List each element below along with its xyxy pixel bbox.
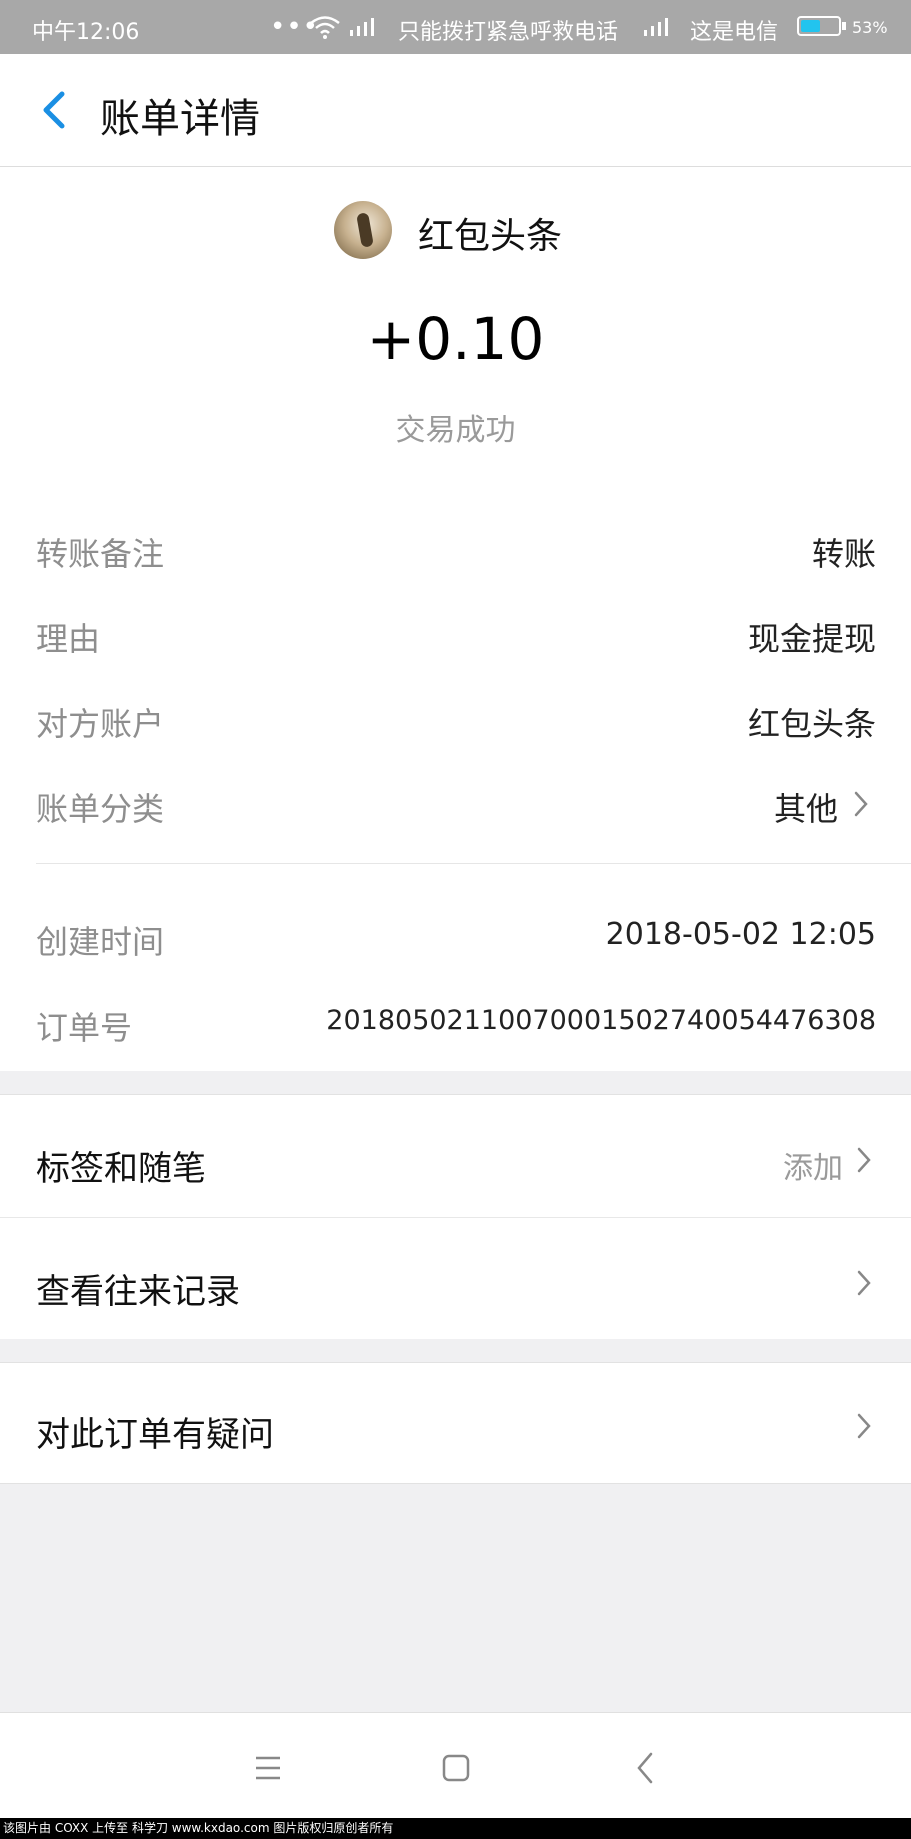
back-icon[interactable] bbox=[626, 1748, 666, 1788]
merchant-avatar bbox=[334, 201, 392, 259]
detail-label: 账单分类 bbox=[36, 790, 165, 828]
tags-label: 标签和随笔 bbox=[36, 1149, 206, 1189]
dispute-row[interactable]: 对此订单有疑问 bbox=[0, 1362, 911, 1484]
add-hint: 添加 bbox=[783, 1151, 843, 1186]
detail-value: 现金提现 bbox=[747, 620, 876, 658]
signal-icon-2 bbox=[644, 18, 668, 36]
transaction-amount: +0.10 bbox=[366, 305, 545, 373]
chevron-right-icon bbox=[854, 791, 868, 817]
divider bbox=[36, 863, 911, 864]
history-row[interactable]: 查看往来记录 bbox=[0, 1218, 911, 1339]
detail-row-reason: 理由 现金提现 bbox=[36, 604, 876, 664]
meta-row-created: 创建时间 2018-05-02 12:05 bbox=[36, 907, 876, 967]
order-number: 20180502110070001502740054476308 bbox=[326, 1005, 876, 1036]
category-value: 其他 bbox=[773, 790, 838, 828]
battery-level bbox=[801, 20, 820, 32]
chevron-left-icon[interactable] bbox=[30, 84, 82, 136]
page-title: 账单详情 bbox=[100, 96, 260, 142]
chevron-right-icon bbox=[857, 1270, 871, 1296]
meta-label: 创建时间 bbox=[36, 923, 165, 961]
detail-row-counterparty: 对方账户 红包头条 bbox=[36, 689, 876, 749]
battery-percent: 53% bbox=[852, 18, 888, 37]
detail-label: 理由 bbox=[36, 620, 101, 658]
history-label: 查看往来记录 bbox=[36, 1272, 240, 1312]
chevron-right-icon bbox=[857, 1413, 871, 1439]
detail-row-remark: 转账备注 转账 bbox=[36, 519, 876, 579]
detail-row-category[interactable]: 账单分类 其他 bbox=[36, 774, 876, 834]
meta-value: 2018-05-02 12:05 bbox=[605, 917, 876, 952]
detail-value: 红包头条 bbox=[747, 705, 876, 743]
battery-icon bbox=[797, 16, 841, 36]
detail-value: 转账 bbox=[811, 535, 876, 573]
menu-icon[interactable] bbox=[248, 1748, 288, 1788]
bill-meta: 创建时间 2018-05-02 12:05 订单号 20180502110070… bbox=[0, 863, 911, 1071]
detail-label: 对方账户 bbox=[36, 705, 165, 743]
watermark-footer: 该图片由 COXX 上传至 科学刀 www.kxdao.com 图片版权归原创者… bbox=[0, 1818, 911, 1839]
wifi-icon bbox=[310, 16, 340, 39]
chevron-right-icon bbox=[857, 1147, 871, 1173]
transaction-status: 交易成功 bbox=[395, 413, 516, 448]
battery-tip bbox=[842, 22, 846, 30]
dispute-label: 对此订单有疑问 bbox=[36, 1415, 274, 1455]
merchant-name: 红包头条 bbox=[418, 216, 563, 257]
home-icon[interactable] bbox=[436, 1748, 476, 1788]
status-bar: 中午12:06 ••• 只能拨打紧急呼救电话 这是电信 53% bbox=[0, 0, 911, 54]
system-nav-bar bbox=[0, 1712, 911, 1819]
meta-label: 订单号 bbox=[36, 1009, 133, 1047]
detail-label: 转账备注 bbox=[36, 535, 165, 573]
carrier-name: 这是电信 bbox=[690, 20, 779, 45]
signal-icon bbox=[350, 18, 374, 36]
bill-summary: 红包头条 +0.10 交易成功 转账备注 转账 理由 现金提现 对方账户 红包头… bbox=[0, 167, 911, 864]
title-bar: 账单详情 bbox=[0, 54, 911, 167]
status-time: 中午12:06 bbox=[32, 20, 140, 45]
meta-row-order: 订单号 20180502110070001502740054476308 bbox=[36, 993, 876, 1053]
carrier-note: 只能拨打紧急呼救电话 bbox=[398, 20, 619, 45]
tags-and-notes-row[interactable]: 标签和随笔 添加 bbox=[0, 1094, 911, 1217]
